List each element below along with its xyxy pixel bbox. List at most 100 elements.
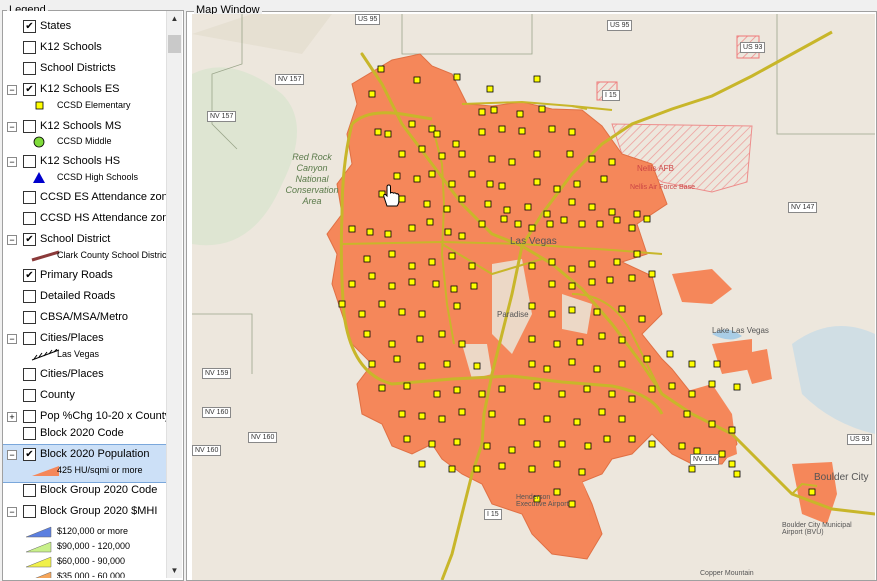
legend-row-detailed-roads[interactable]: Detailed Roads [3,287,166,307]
elementary-school-marker [453,438,461,446]
expand-toggle-icon[interactable]: − [7,85,17,95]
layer-checkbox[interactable] [23,311,36,324]
elementary-school-marker [423,200,431,208]
layer-checkbox[interactable] [23,484,36,497]
legend-symbol-label: CCSD Middle [57,136,112,146]
mhi-class-label: $35,000 - 60,000 [57,571,126,578]
boulder-airport-label: Boulder City Municipal Airport (BVU) [782,522,852,536]
elementary-school-marker [558,440,566,448]
elementary-school-marker [666,350,674,358]
elementary-school-marker [568,128,576,136]
henderson-airport-label: Henderson Executive Airport [516,494,569,508]
elementary-school-marker [398,150,406,158]
mhi-class-label: $90,000 - 120,000 [57,541,131,551]
legend-row-cities-places[interactable]: Cities/Places [3,365,166,385]
elementary-school-marker [548,310,556,318]
elementary-school-marker [528,335,536,343]
layer-label: CCSD HS Attendance zone [40,212,166,224]
expand-toggle-icon[interactable]: − [7,334,17,344]
legend-scrollbar[interactable]: ▲ ▼ [166,11,182,578]
legend-symbol-label: 425 HU/sqmi or more [57,465,143,475]
layer-label: Block Group 2020 Code [40,484,158,496]
elementary-school-marker [603,435,611,443]
legend-row-block-2020-code[interactable]: Block 2020 Code [3,424,166,444]
layer-checkbox[interactable] [23,389,36,402]
layer-checkbox[interactable]: ✔ [23,83,36,96]
elementary-school-marker [433,130,441,138]
legend-row-cbsa-msa-metro[interactable]: CBSA/MSA/Metro [3,308,166,328]
elementary-school-marker [363,330,371,338]
layer-label: CBSA/MSA/Metro [40,311,129,323]
layer-checkbox[interactable] [23,505,36,518]
legend-panel: Legend ✔ States K12 Schools School District… [2,4,184,581]
legend-row-ccsd-es-attendance-zone[interactable]: CCSD ES Attendance zone [3,188,166,208]
elementary-school-marker [408,224,416,232]
legend-row-ccsd-hs-attendance-zone[interactable]: CCSD HS Attendance zone [3,209,166,229]
elementary-school-marker [473,362,481,370]
layer-checkbox[interactable] [23,155,36,168]
elementary-school-marker [633,250,641,258]
elementary-school-marker [528,465,536,473]
legend-list[interactable]: ✔ States K12 Schools School Districts − ✔ K12 … [3,11,166,578]
elementary-school-marker [528,224,536,232]
legend-row-states[interactable]: ✔ States [3,17,166,37]
elementary-school-marker [377,65,385,73]
layer-checkbox[interactable]: ✔ [23,233,36,246]
layer-label: Block 2020 Code [40,427,124,439]
elementary-school-marker [548,125,556,133]
boulder-city-label: Boulder City [814,472,869,483]
i15-shield: I 15 [602,90,620,101]
mhi-class-label: $120,000 or more [57,526,129,536]
elementary-school-marker [648,385,656,393]
expand-toggle-icon[interactable]: − [7,507,17,517]
scroll-down-icon[interactable]: ▼ [167,563,182,578]
layer-checkbox[interactable] [23,410,36,423]
map-canvas[interactable]: Red Rock Canyon National Conservation Area N… [192,14,875,580]
elementary-school-marker [348,225,356,233]
elementary-school-marker [428,440,436,448]
elementary-school-marker [453,73,461,81]
layer-checkbox[interactable] [23,368,36,381]
legend-row-primary-roads[interactable]: ✔ Primary Roads [3,266,166,286]
elementary-school-marker [458,408,466,416]
legend-row-county[interactable]: County [3,386,166,406]
layer-checkbox[interactable] [23,120,36,133]
elementary-school-marker [628,274,636,282]
expand-toggle-icon[interactable]: − [7,235,17,245]
elementary-school-marker [478,220,486,228]
layer-checkbox[interactable] [23,212,36,225]
layer-checkbox[interactable]: ✔ [23,20,36,33]
layer-checkbox[interactable] [23,427,36,440]
legend-row-block-group-2020-code[interactable]: Block Group 2020 Code [3,481,166,501]
elementary-school-marker [643,355,651,363]
elementary-school-marker [393,172,401,180]
expand-toggle-icon[interactable]: + [7,412,17,422]
legend-row-school-districts[interactable]: School Districts [3,59,166,79]
layer-checkbox[interactable] [23,290,36,303]
elementary-school-marker [398,308,406,316]
layer-checkbox[interactable] [23,41,36,54]
layer-checkbox[interactable]: ✔ [23,269,36,282]
scroll-up-icon[interactable]: ▲ [167,11,182,26]
elementary-school-marker [443,360,451,368]
layer-label: K12 Schools MS [40,120,122,132]
elementary-school-marker [448,252,456,260]
expand-toggle-icon[interactable]: − [7,122,17,132]
map-window: Map Window Red Rock Canyon National Conserv… [186,4,877,581]
layer-checkbox[interactable] [23,332,36,345]
elementary-school-marker [366,228,374,236]
layer-checkbox[interactable]: ✔ [23,448,36,461]
layer-checkbox[interactable] [23,191,36,204]
expand-toggle-icon[interactable]: − [7,157,17,167]
expand-toggle-icon[interactable]: − [7,450,17,460]
legend-row-block-group-2020-mhi[interactable]: − Block Group 2020 $MHI [3,502,166,522]
layer-checkbox[interactable] [23,62,36,75]
elementary-school-marker [708,380,716,388]
legend-symbol-label: CCSD Elementary [57,100,131,110]
legend-row-k12-schools[interactable]: K12 Schools [3,38,166,58]
elementary-school-marker [374,128,382,136]
elementary-school-marker [458,195,466,203]
layer-label: K12 Schools HS [40,155,121,167]
elementary-school-marker [484,200,492,208]
scroll-thumb[interactable] [168,35,181,53]
